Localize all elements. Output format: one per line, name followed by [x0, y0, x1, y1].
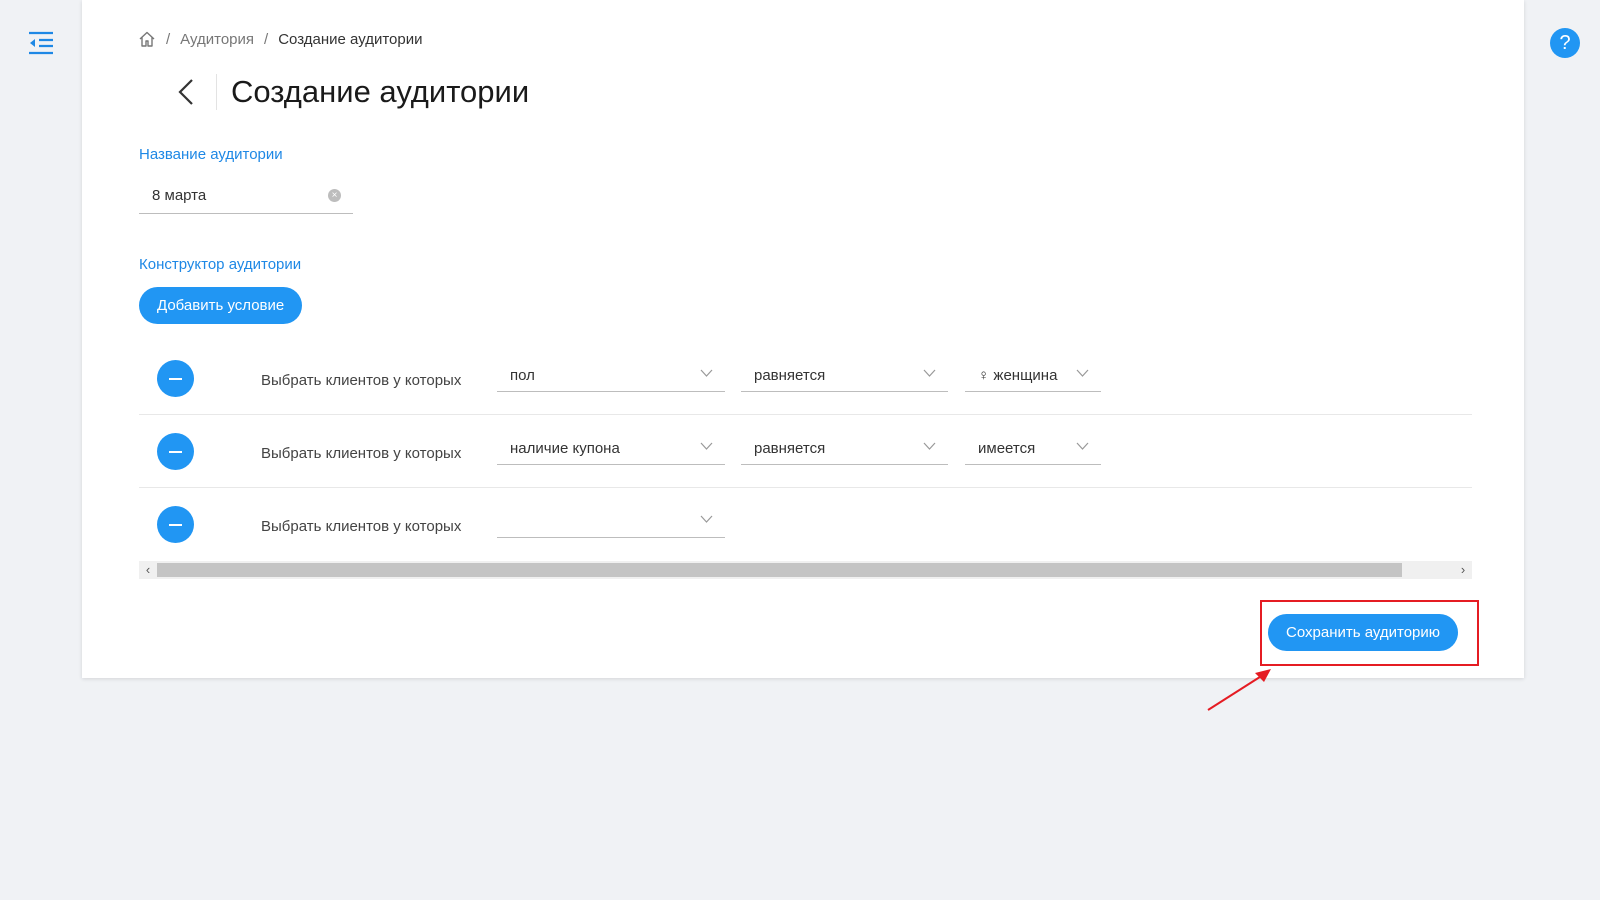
save-audience-button[interactable]: Сохранить аудиторию — [1268, 614, 1459, 651]
conditions-list: Выбрать клиентов у которых пол равняется… — [139, 342, 1472, 561]
chevron-down-icon — [923, 369, 936, 377]
remove-condition-button[interactable] — [157, 506, 194, 543]
select-value: наличие купона — [510, 440, 620, 457]
chevron-down-icon — [700, 515, 713, 523]
remove-condition-button[interactable] — [157, 433, 194, 470]
breadcrumb-audience-link[interactable]: Аудитория — [180, 31, 254, 48]
breadcrumb: / Аудитория / Создание аудитории — [138, 30, 422, 48]
title-divider — [216, 74, 217, 110]
audience-name-label: Название аудитории — [139, 146, 283, 163]
scrollbar-thumb[interactable] — [157, 563, 1402, 577]
minus-icon — [169, 451, 182, 453]
select-value: имеется — [978, 440, 1036, 457]
condition-label: Выбрать клиентов у которых — [261, 445, 462, 462]
select-value: равняется — [754, 367, 826, 384]
chevron-down-icon — [923, 442, 936, 450]
condition-field-select[interactable]: наличие купона — [497, 431, 725, 465]
condition-field-select[interactable] — [497, 504, 725, 538]
select-value: равняется — [754, 440, 826, 457]
help-icon: ? — [1559, 32, 1571, 54]
condition-label: Выбрать клиентов у которых — [261, 518, 462, 535]
condition-operator-select[interactable]: равняется — [741, 431, 948, 465]
menu-collapse-icon — [29, 31, 53, 55]
condition-value-select[interactable]: имеется — [965, 431, 1101, 465]
clear-icon[interactable]: × — [328, 189, 341, 202]
select-value: пол — [510, 367, 535, 384]
audience-name-field: × — [139, 180, 353, 214]
add-condition-button[interactable]: Добавить условие — [139, 287, 303, 324]
back-button[interactable] — [168, 72, 204, 112]
condition-field-select[interactable]: пол — [497, 358, 725, 392]
audience-name-input[interactable] — [139, 180, 319, 210]
minus-icon — [169, 378, 182, 380]
scroll-left-arrow[interactable]: ‹ — [139, 561, 157, 579]
breadcrumb-separator: / — [264, 30, 269, 48]
title-row: Создание аудитории — [168, 68, 529, 116]
condition-value-select[interactable]: ♀ женщина — [965, 358, 1101, 392]
condition-label: Выбрать клиентов у которых — [261, 372, 462, 389]
condition-row: Выбрать клиентов у которых пол равняется… — [139, 342, 1472, 415]
select-value: ♀ женщина — [978, 367, 1058, 384]
horizontal-scrollbar[interactable]: ‹ › — [139, 561, 1472, 579]
chevron-down-icon — [700, 369, 713, 377]
chevron-down-icon — [1076, 369, 1089, 377]
page-title: Создание аудитории — [231, 74, 530, 109]
chevron-down-icon — [1076, 442, 1089, 450]
condition-row: Выбрать клиентов у которых наличие купон… — [139, 415, 1472, 488]
main-card: / Аудитория / Создание аудитории Создани… — [82, 0, 1524, 678]
chevron-down-icon — [700, 442, 713, 450]
scroll-right-arrow[interactable]: › — [1454, 561, 1472, 579]
back-arrow-icon — [178, 79, 193, 105]
help-button[interactable]: ? — [1550, 28, 1580, 58]
breadcrumb-current: Создание аудитории — [278, 30, 423, 48]
menu-toggle-button[interactable] — [27, 31, 55, 55]
breadcrumb-separator: / — [166, 30, 171, 48]
audience-builder-label: Конструктор аудитории — [139, 256, 302, 273]
condition-operator-select[interactable]: равняется — [741, 358, 948, 392]
minus-icon — [169, 524, 182, 526]
remove-condition-button[interactable] — [157, 360, 194, 397]
home-icon[interactable] — [138, 30, 156, 48]
condition-row: Выбрать клиентов у которых — [139, 488, 1472, 561]
